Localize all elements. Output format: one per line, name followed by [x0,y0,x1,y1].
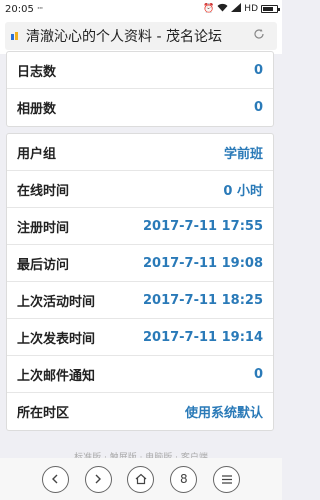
profile-row-album-count: 相册数 0 [7,89,273,126]
profile-row-last-activity: 上次活动时间 2017-7-11 18:25 [7,282,273,319]
profile-row-last-visit: 最后访问 2017-7-11 19:08 [7,245,273,282]
row-label: 最后访问 [17,257,70,273]
profile-row-register-time: 注册时间 2017-7-11 17:55 [7,208,273,245]
wifi-icon [217,3,228,15]
row-label: 用户组 [17,146,57,162]
profile-row-online-time: 在线时间 0 小时 [7,171,273,208]
home-icon [135,473,147,485]
network-type: HD [244,4,258,14]
info-card: 用户组 学前班 在线时间 0 小时 注册时间 2017-7-11 17:55 最… [6,133,274,431]
alarm-icon: ⏰ [203,4,215,14]
row-value: 2017-7-11 18:25 [142,292,263,308]
row-value: 2017-7-11 17:55 [142,218,263,234]
row-value: 2017-7-11 19:08 [142,255,263,271]
url-bar: 清澈沁心的个人资料 - 茂名论坛 [0,18,282,54]
notification-dots-icon: ··· [36,4,44,14]
status-time: 20:05 [5,3,34,15]
home-button[interactable] [127,465,155,493]
row-value[interactable]: 0 [254,100,263,115]
profile-row-last-post: 上次发表时间 2017-7-11 19:14 [7,319,273,356]
row-value: 2017-7-11 19:14 [142,329,263,345]
row-label: 上次发表时间 [17,331,96,347]
row-label: 上次活动时间 [17,294,96,310]
row-value: 0 小时 [223,183,263,199]
reload-icon[interactable] [247,28,271,44]
browser-nav-bar: 8 [0,458,282,500]
row-label: 上次邮件通知 [17,368,96,384]
back-button[interactable] [41,465,69,493]
row-label: 在线时间 [17,183,70,199]
row-label: 注册时间 [17,220,70,236]
profile-row-user-group: 用户组 学前班 [7,134,273,171]
status-bar: 20:05 ··· ⏰ HD [0,0,282,18]
address-field[interactable]: 清澈沁心的个人资料 - 茂名论坛 [5,22,277,50]
tabs-button[interactable]: 8 [170,465,198,493]
status-right: ⏰ HD [203,3,280,15]
row-label: 相册数 [17,102,57,117]
chevron-right-icon [95,474,102,484]
row-value[interactable]: 学前班 [224,143,263,162]
row-label: 日志数 [17,64,57,80]
row-value: 0 [253,366,263,382]
menu-button[interactable] [213,465,241,493]
forward-button[interactable] [84,465,112,493]
tab-count: 8 [179,472,188,486]
row-label: 所在时区 [17,406,70,421]
row-value[interactable]: 0 [254,63,263,78]
battery-icon [261,5,280,13]
menu-icon [221,474,232,484]
profile-row-last-email-notice: 上次邮件通知 0 [7,356,273,393]
row-value: 使用系统默认 [184,406,263,421]
profile-row-blog-count: 日志数 0 [7,52,273,89]
signal-icon [231,3,242,15]
page-title: 清澈沁心的个人资料 - 茂名论坛 [26,29,222,45]
stats-card: 日志数 0 相册数 0 [6,51,274,127]
profile-row-timezone: 所在时区 使用系统默认 [7,393,273,430]
site-favicon-icon [11,31,21,41]
chevron-left-icon [52,474,58,484]
status-left: 20:05 ··· [5,3,44,15]
